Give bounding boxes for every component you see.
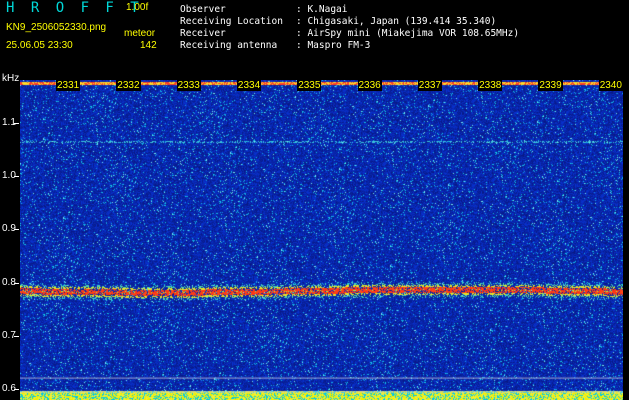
x-tick-label: 2333 [176, 80, 201, 91]
app-version: 1.00f [126, 2, 149, 13]
y-tick-mark [14, 229, 19, 231]
y-tick-mark [14, 336, 19, 337]
spectrogram-plot[interactable] [20, 80, 623, 400]
x-tick-label: 2331 [56, 80, 81, 91]
observer-row: Observer: K.Nagai [180, 4, 348, 15]
unit-label: kHz [2, 73, 20, 84]
y-tick-mark [14, 389, 19, 391]
antenna-row: Receiving antenna: Maspro FM-3 [180, 40, 371, 51]
x-tick-label: 2337 [417, 80, 443, 91]
y-tick-mark [14, 282, 19, 284]
x-tick-label: 2338 [478, 80, 503, 91]
x-tick-label: 2334 [236, 80, 262, 91]
y-tick-mark [14, 122, 19, 124]
location-row: Receiving Location: Chigasaki, Japan (13… [180, 16, 497, 27]
mode-label: meteor [124, 28, 156, 39]
x-tick-label: 2332 [116, 80, 141, 91]
x-tick-label: 2335 [297, 80, 322, 91]
app-title: H R O F F T [6, 0, 143, 16]
x-tick-label: 2336 [357, 80, 382, 91]
datetime-label: 25.06.05 23:30 [6, 40, 73, 51]
y-tick-mark [14, 176, 19, 177]
x-tick-label: 2339 [538, 80, 563, 91]
spectrogram-canvas[interactable] [20, 80, 623, 400]
receiver-row: Receiver: AirSpy mini (Miakejima VOR 108… [180, 28, 520, 39]
x-tick-label: 2340 [598, 80, 623, 91]
file-name: KN9_2506052330.png [6, 22, 107, 33]
count-label: 142 [140, 40, 157, 51]
header-panel: H R O F F T 1.00f KN9_2506052330.png met… [0, 0, 629, 78]
